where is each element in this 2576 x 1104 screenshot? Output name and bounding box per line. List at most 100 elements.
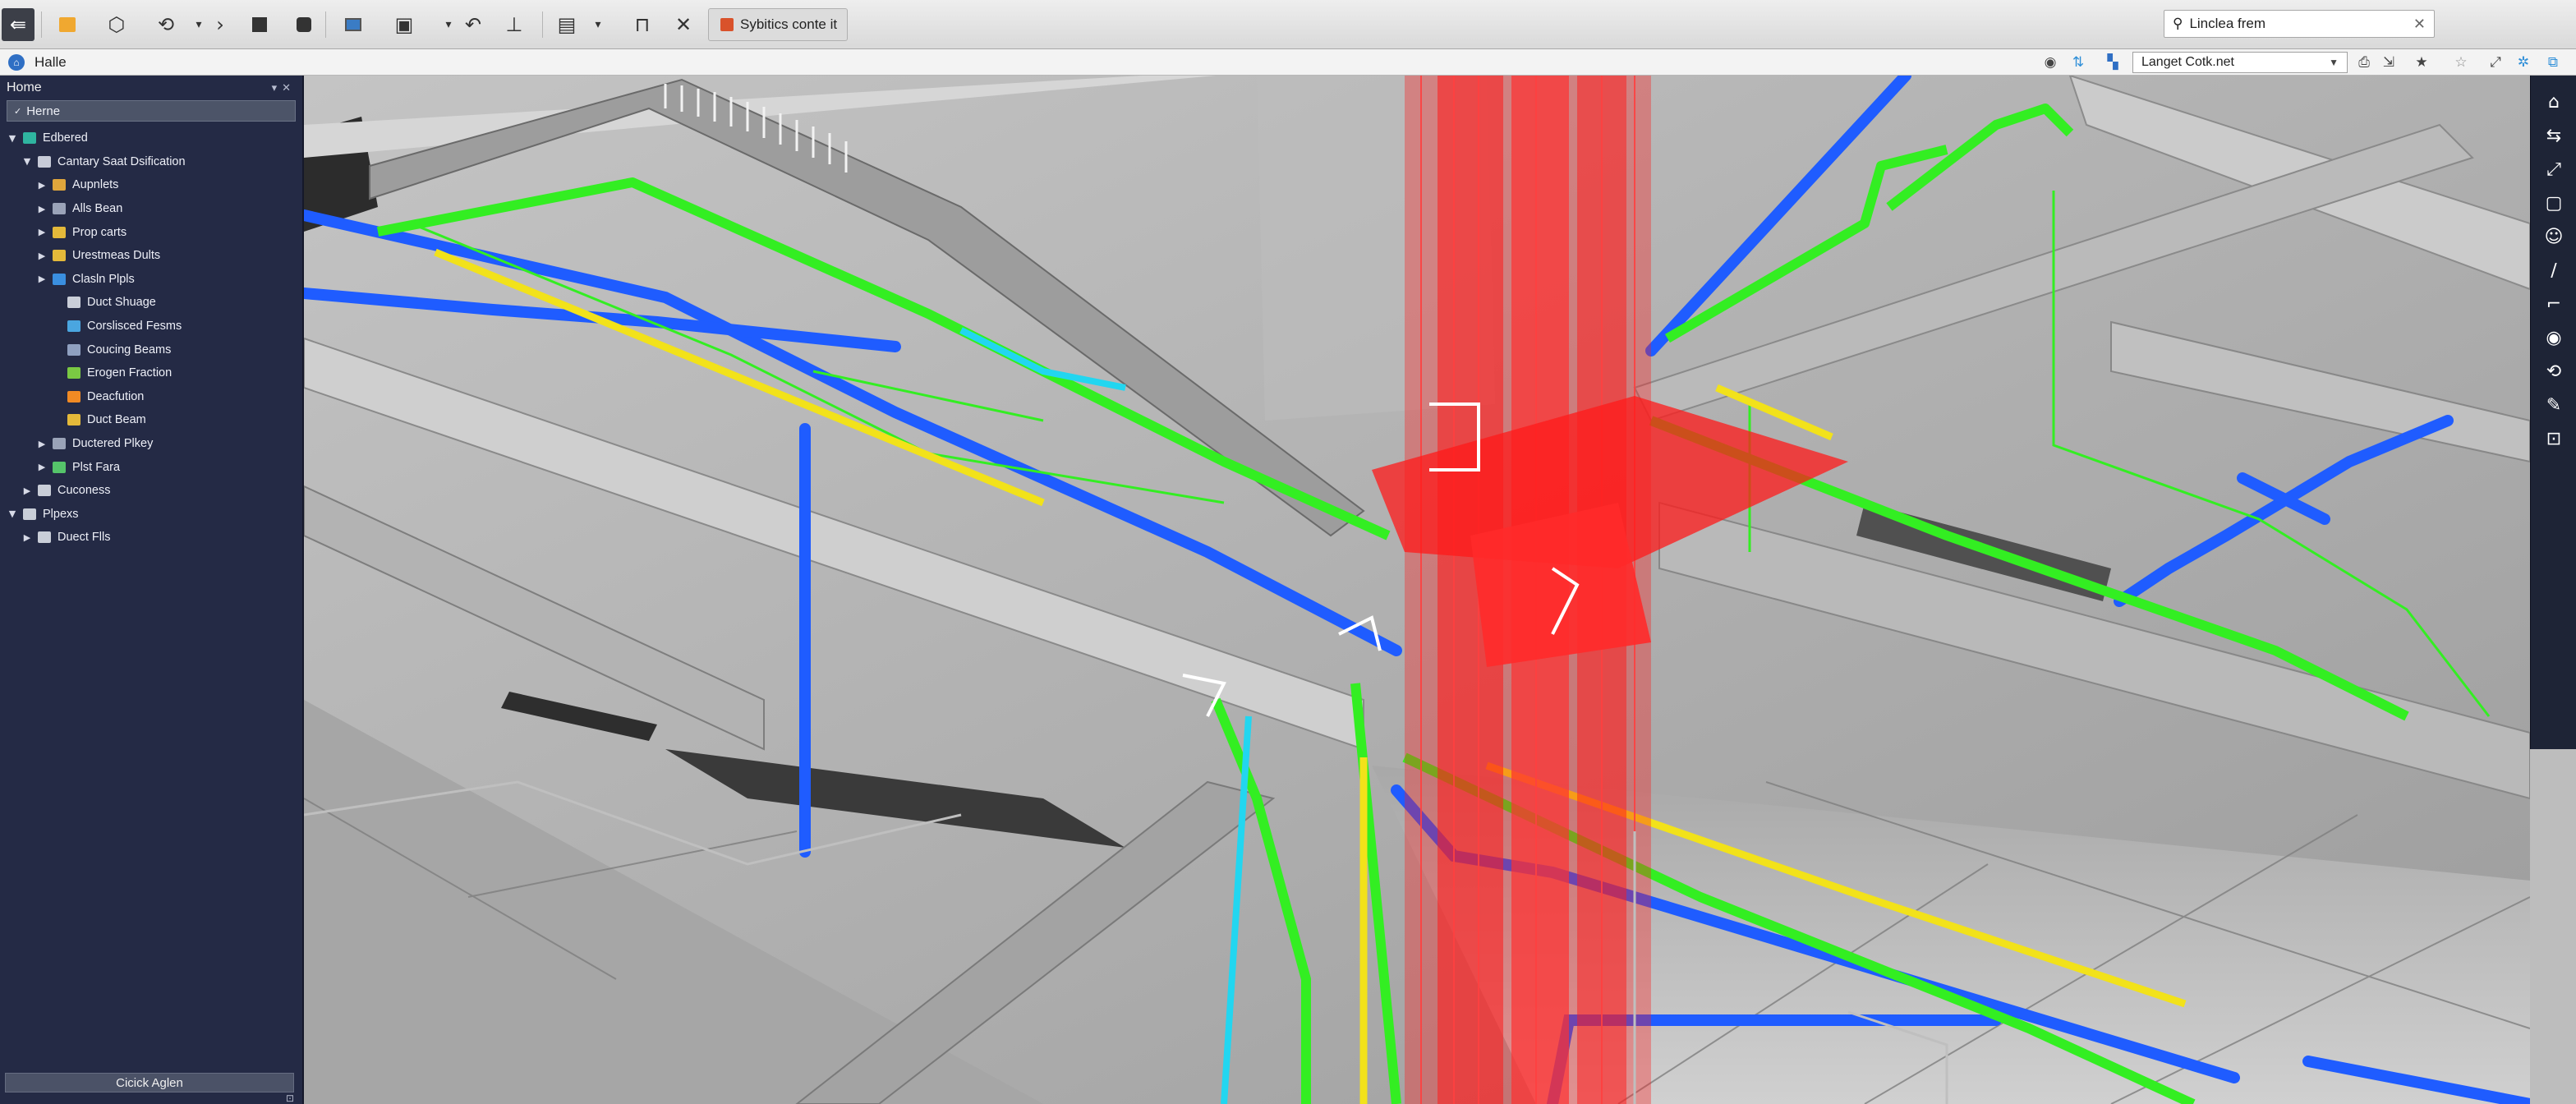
chevron-right-icon[interactable]: ▶ [36, 439, 48, 449]
tree-item[interactable]: Erogen Fraction [0, 361, 302, 385]
panel-action-button[interactable]: Cicick Aglen [5, 1073, 294, 1092]
print-icon[interactable]: ⎙ [2354, 53, 2374, 72]
panel-title: Home [7, 80, 42, 94]
chevron-down-icon[interactable]: ▼ [7, 133, 18, 144]
section-box-icon[interactable] [243, 8, 276, 41]
connect-icon[interactable]: ⇆ [2539, 121, 2569, 150]
clipboard-dropdown-icon[interactable]: ▾ [582, 8, 614, 41]
tree-item[interactable]: ▶ Urestmeas Dults [0, 244, 302, 268]
toggle-view-icon[interactable] [288, 8, 320, 41]
project-browser-panel: Home ▾✕ ✓ Herne ▼ Edbered ▼ Cantary Saat Ds… [0, 76, 304, 1104]
duct-elbow-icon[interactable]: ⌐ [2539, 289, 2569, 319]
toolbar-separator [542, 12, 543, 38]
search-input[interactable]: ⚲ Linclea frem ✕ [2164, 10, 2435, 38]
chevron-right-icon[interactable]: ▶ [36, 204, 48, 214]
tree-item[interactable]: ▶ Plst Fara [0, 455, 302, 479]
tree-item-label: Duect Flls [58, 531, 111, 545]
tree-item-label: Plpexs [43, 507, 79, 521]
chevron-right-icon[interactable]: ▶ [36, 462, 48, 472]
chevron-right-icon[interactable]: ▶ [21, 532, 33, 543]
duct-icon [53, 438, 66, 450]
tree-item[interactable]: ▼ Plpexs [0, 503, 302, 527]
forward-icon[interactable]: › [204, 8, 237, 41]
tree-item[interactable]: ▼ Edbered [0, 126, 302, 150]
properties-icon[interactable]: ⊓ [626, 8, 659, 41]
rotate-icon[interactable]: ⟲ [2539, 356, 2569, 386]
close-tool-icon[interactable]: ✕ [667, 8, 700, 41]
tree-item[interactable]: Corslisced Fesms [0, 315, 302, 338]
expand-icon[interactable]: ⤢ [2486, 53, 2505, 72]
close-panel-icon[interactable]: ✕ [282, 81, 296, 94]
3d-viewport[interactable] [304, 76, 2530, 1104]
orbit-icon[interactable]: ⟲ [150, 8, 182, 41]
panel-action-label: Cicick Aglen [116, 1075, 183, 1090]
search-icon: ⚲ [2173, 16, 2183, 32]
tree-item[interactable]: ▶ Clasln Plpls [0, 268, 302, 292]
open-folder-icon[interactable] [51, 8, 84, 41]
tree-item-label: Duct Beam [87, 413, 146, 427]
document-tab[interactable]: Sybitics conte it [708, 8, 848, 41]
scale-icon[interactable]: ⤢ [2539, 154, 2569, 184]
home-icon[interactable]: ⌂ [2539, 87, 2569, 117]
tree-item-label: Cuconess [58, 484, 111, 498]
tree-item[interactable]: ▶ Cuconess [0, 479, 302, 503]
sync-icon[interactable]: ⇅ [2068, 53, 2088, 72]
tree-item-label: Edbered [43, 131, 88, 145]
clear-search-icon[interactable]: ✕ [2413, 16, 2426, 33]
browser-filter-input[interactable]: ✓ Herne [7, 100, 296, 122]
fitting-icon [67, 390, 80, 402]
image-view-icon[interactable] [337, 8, 370, 41]
square-icon[interactable]: ▢ [2539, 188, 2569, 218]
pencil-icon[interactable]: ✎ [2539, 390, 2569, 420]
tree-item-label: Cantary Saat Dsification [58, 154, 186, 168]
globe-icon[interactable]: ◉ [2040, 53, 2060, 72]
user-icon[interactable]: ☺ [2539, 222, 2569, 251]
filter-value: Herne [26, 104, 61, 118]
chevron-right-icon[interactable]: ▶ [21, 485, 33, 496]
settings-icon[interactable]: ✲ [2514, 53, 2533, 72]
chevron-right-icon[interactable]: ▶ [36, 274, 48, 284]
tree-item[interactable]: ▶ Alls Bean [0, 197, 302, 221]
bookmark-folder-icon[interactable]: ▚ [2103, 53, 2123, 72]
tree-item[interactable]: ▶ Prop carts [0, 220, 302, 244]
source-select[interactable]: Langet Cotk.net ▼ [2132, 52, 2348, 73]
tree-item-label: Clasln Plpls [72, 272, 135, 286]
chevron-right-icon[interactable]: ▶ [36, 251, 48, 261]
clipboard-icon[interactable]: ▤ [550, 8, 583, 41]
model-icon[interactable]: ⬡ [100, 8, 133, 41]
pipe-fitting-icon[interactable]: ◉ [2539, 323, 2569, 352]
folder-icon [53, 226, 66, 238]
tree-item[interactable]: ▶ Aupnlets [0, 173, 302, 197]
undo-icon[interactable]: ↶ [457, 8, 490, 41]
app-menu-icon[interactable]: ⇚ [2, 8, 34, 41]
camera-icon[interactable]: ⊡ [2539, 424, 2569, 453]
view-icon [23, 508, 36, 520]
chevron-right-icon[interactable]: ▶ [36, 227, 48, 237]
chevron-right-icon[interactable]: ▶ [36, 180, 48, 191]
tree-item[interactable]: Coucing Beams [0, 338, 302, 361]
tree-item[interactable]: Duct Beam [0, 408, 302, 432]
tree-item[interactable]: Duct Shuage [0, 291, 302, 315]
toolbar-separator [41, 12, 42, 38]
export-icon[interactable]: ⇲ [2379, 53, 2399, 72]
equipment-icon [53, 179, 66, 191]
resize-grip-icon[interactable]: ⊡ [286, 1092, 294, 1104]
project-tree: ▼ Edbered ▼ Cantary Saat Dsification ▶ Aupnle… [0, 126, 302, 550]
line-icon[interactable]: ∕ [2539, 255, 2569, 285]
chevron-down-icon[interactable]: ▼ [21, 156, 33, 167]
network-icon[interactable]: ⧉ [2543, 53, 2563, 72]
mep-model-canvas[interactable] [304, 76, 2530, 1104]
tree-item[interactable]: Deacfution [0, 385, 302, 409]
fitting-icon [53, 461, 66, 473]
measure-icon[interactable]: ⊥ [498, 8, 531, 41]
filter-chevron-icon: ✓ [14, 106, 22, 117]
favorite-icon[interactable]: ★ [2412, 53, 2431, 72]
tree-item[interactable]: ▶ Ductered Plkey [0, 432, 302, 456]
chevron-down-icon[interactable]: ▼ [7, 508, 18, 519]
star-outline-icon[interactable]: ☆ [2451, 53, 2471, 72]
display-icon[interactable]: ▣ [388, 8, 421, 41]
panel-menu-icon[interactable]: ▾ [272, 81, 283, 94]
tree-item[interactable]: ▼ Cantary Saat Dsification [0, 150, 302, 174]
home-icon[interactable]: ⌂ [8, 54, 25, 71]
tree-item[interactable]: ▶ Duect Flls [0, 526, 302, 550]
